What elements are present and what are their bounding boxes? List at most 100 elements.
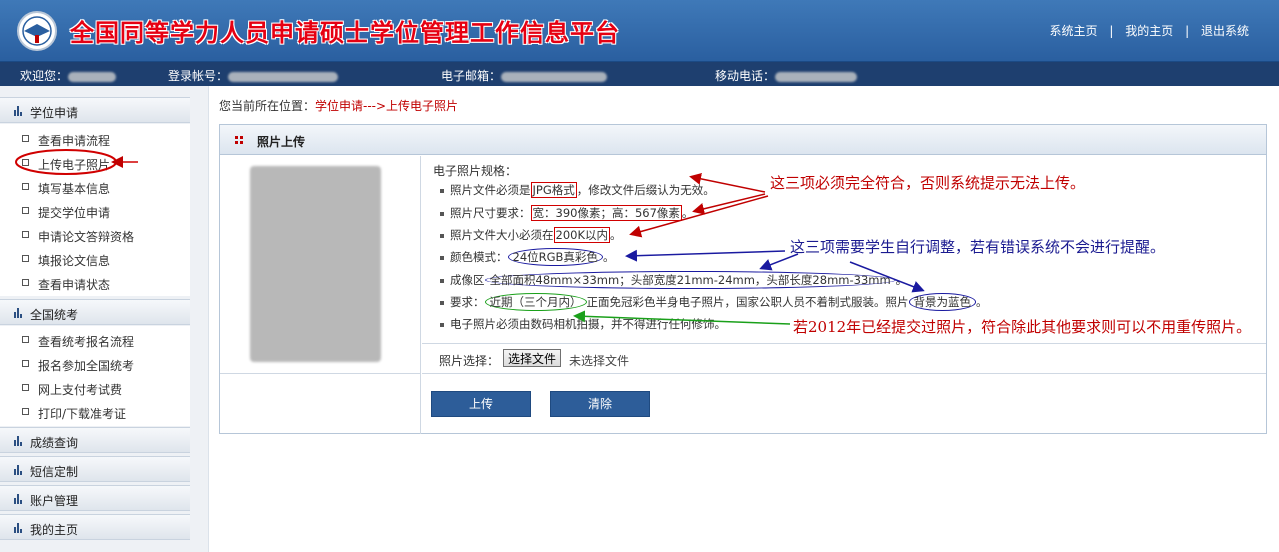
- panel-header: 照片上传: [220, 125, 1266, 155]
- spec-item-requirements: 要求： 近期（三个月内） 正面免冠彩色半身电子照片，国家公职人员不着制式服装。照片背…: [440, 293, 988, 311]
- square-bullet-icon: [22, 279, 29, 286]
- system-home-link[interactable]: 系统主页: [1050, 24, 1098, 38]
- photo-preview-cell: [220, 156, 421, 373]
- email-field: 电子邮箱：: [441, 67, 608, 84]
- redacted-phone: [775, 71, 858, 82]
- panel-title: 照片上传: [257, 135, 306, 149]
- sidebar-item-thesis-info[interactable]: 填报论文信息: [0, 247, 190, 271]
- file-select-row: 照片选择： 选择文件 未选择文件: [422, 343, 1266, 373]
- square-bullet-icon: [22, 207, 29, 214]
- square-bullet-icon: [22, 231, 29, 238]
- sidebar: 学位申请 查看申请流程 上传电子照片 填写基本信息 提交学位申请 申请论文答辩资…: [0, 86, 209, 552]
- spec-item-camera: 电子照片必须由数码相机拍摄，并不得进行任何修饰。: [440, 316, 726, 332]
- phone-field: 移动电话：: [715, 67, 858, 84]
- link-separator: |: [1109, 24, 1114, 38]
- sidebar-group-account[interactable]: 账户管理: [0, 485, 190, 511]
- sidebar-item-admission-ticket[interactable]: 打印/下载准考证: [0, 400, 190, 424]
- site-title: 全国同等学力人员申请硕士学位管理工作信息平台: [70, 18, 620, 47]
- sidebar-group-items: 查看统考报名流程 报名参加全国统考 网上支付考试费 打印/下载准考证: [0, 326, 190, 426]
- sidebar-group-label: 全国统考: [30, 308, 79, 322]
- sidebar-group-my-home[interactable]: 我的主页: [0, 514, 190, 540]
- sidebar-group-label: 成绩查询: [30, 436, 79, 450]
- sidebar-item-label: 提交学位申请: [38, 206, 111, 220]
- sidebar-group-label: 我的主页: [30, 523, 79, 537]
- sidebar-item-defense-qualification[interactable]: 申请论文答辩资格: [0, 223, 190, 247]
- square-bullet-icon: [22, 360, 29, 367]
- account-field: 登录帐号：: [168, 67, 339, 84]
- university-logo-icon: [17, 11, 57, 51]
- panel-header-icon: [235, 136, 243, 144]
- sidebar-item-label: 查看统考报名流程: [38, 335, 135, 349]
- sidebar-group-label: 学位申请: [30, 106, 79, 120]
- sidebar-group-label: 账户管理: [30, 494, 79, 508]
- spec-item-imaging-area: 成像区 全部面积48mm×33mm；头部宽度21mm-24mm，头部长度28mm-…: [440, 271, 907, 289]
- file-status: 未选择文件: [569, 354, 630, 368]
- sidebar-group-degree-application[interactable]: 学位申请: [0, 97, 190, 123]
- sidebar-item-label: 查看申请状态: [38, 278, 111, 292]
- account-label: 登录帐号：: [168, 69, 229, 83]
- square-bullet-icon: [22, 135, 29, 142]
- square-bullet-icon: [22, 255, 29, 262]
- breadcrumb-path: 学位申请--->上传电子照片: [315, 99, 459, 113]
- file-select-label: 照片选择：: [439, 354, 500, 368]
- bar-chart-icon: [14, 465, 22, 475]
- sidebar-item-label: 查看申请流程: [38, 134, 111, 148]
- email-label: 电子邮箱：: [441, 69, 502, 83]
- breadcrumb-prefix: 您当前所在位置：: [219, 99, 316, 113]
- upload-button[interactable]: 上传: [431, 391, 531, 417]
- clear-button[interactable]: 清除: [550, 391, 650, 417]
- red-annotation: 这三项必须完全符合，否则系统提示无法上传。: [770, 174, 1086, 192]
- sidebar-item-label: 填写基本信息: [38, 182, 111, 196]
- sidebar-group-items: 查看申请流程 上传电子照片 填写基本信息 提交学位申请 申请论文答辩资格 填报论…: [0, 124, 190, 296]
- welcome-label: 欢迎您：: [20, 69, 69, 83]
- bar-chart-icon: [14, 494, 22, 504]
- sidebar-item-pay-fee[interactable]: 网上支付考试费: [0, 376, 190, 400]
- specs-title: 电子照片规格：: [433, 164, 518, 178]
- breadcrumb: 您当前所在位置：学位申请--->上传电子照片: [219, 97, 458, 114]
- sidebar-item-label: 报名参加全国统考: [38, 359, 135, 373]
- sidebar-group-national-exam[interactable]: 全国统考: [0, 299, 190, 325]
- sidebar-item-label: 打印/下载准考证: [38, 407, 127, 421]
- photo-preview: [250, 166, 381, 362]
- square-bullet-icon: [22, 159, 29, 166]
- spec-item-format: 照片文件必须是 JPG格式 ，修改文件后缀认为无效。: [440, 182, 715, 198]
- green-annotation: 若2012年已经提交过照片，符合除此其他要求则可以不用重传照片。: [793, 318, 1252, 336]
- welcome-field: 欢迎您：: [20, 67, 117, 84]
- link-separator: |: [1185, 24, 1190, 38]
- spec-item-color: 颜色模式： 24位RGB真彩色。: [440, 248, 614, 266]
- square-bullet-icon: [22, 336, 29, 343]
- sidebar-item-label: 上传电子照片: [38, 158, 111, 172]
- square-bullet-icon: [22, 183, 29, 190]
- empty-cell: [220, 373, 421, 434]
- redacted-email: [501, 71, 608, 82]
- phone-label: 移动电话：: [715, 69, 776, 83]
- choose-file-button[interactable]: 选择文件: [503, 349, 562, 367]
- square-bullet-icon: [22, 408, 29, 415]
- sidebar-item-label: 填报论文信息: [38, 254, 111, 268]
- user-info-bar: 欢迎您： 登录帐号： 电子邮箱： 移动电话：: [0, 62, 1279, 86]
- sidebar-group-score-query[interactable]: 成绩查询: [0, 427, 190, 453]
- blue-annotation: 这三项需要学生自行调整，若有错误系统不会进行提醒。: [790, 238, 1166, 256]
- spec-item-filesize: 照片文件大小必须在 200K以内。: [440, 227, 622, 243]
- sidebar-item-label: 网上支付考试费: [38, 383, 123, 397]
- redacted-name: [68, 71, 117, 82]
- sidebar-item-exam-process[interactable]: 查看统考报名流程: [0, 328, 190, 352]
- site-header: 全国同等学力人员申请硕士学位管理工作信息平台 系统主页 | 我的主页 | 退出系…: [0, 0, 1279, 62]
- bar-chart-icon: [14, 106, 22, 116]
- sidebar-item-submit-application[interactable]: 提交学位申请: [0, 199, 190, 223]
- sidebar-group-label: 短信定制: [30, 465, 79, 479]
- bar-chart-icon: [14, 523, 22, 533]
- sidebar-item-basic-info[interactable]: 填写基本信息: [0, 175, 190, 199]
- sidebar-item-exam-register[interactable]: 报名参加全国统考: [0, 352, 190, 376]
- sidebar-item-view-process[interactable]: 查看申请流程: [0, 127, 190, 151]
- photo-upload-panel: 照片上传 电子照片规格： 照片文件必须是 JPG格式 ，修改文件后缀认为无效。 照片…: [219, 124, 1267, 434]
- sidebar-group-sms[interactable]: 短信定制: [0, 456, 190, 482]
- spec-item-dimensions: 照片尺寸要求： 宽：390像素；高：567像素。: [440, 205, 693, 221]
- bar-chart-icon: [14, 436, 22, 446]
- bar-chart-icon: [14, 308, 22, 318]
- my-home-link[interactable]: 我的主页: [1125, 24, 1173, 38]
- action-buttons-row: 上传 清除: [422, 373, 1266, 434]
- logout-link[interactable]: 退出系统: [1201, 24, 1249, 38]
- sidebar-item-application-status[interactable]: 查看申请状态: [0, 271, 190, 295]
- sidebar-item-upload-photo[interactable]: 上传电子照片: [0, 151, 190, 175]
